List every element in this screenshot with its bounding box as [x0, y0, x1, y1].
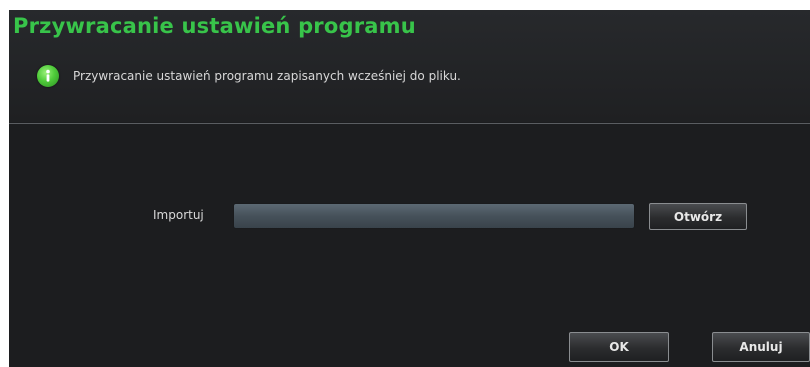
open-file-button[interactable]: Otwórz: [649, 203, 747, 230]
restore-settings-dialog: Przywracanie ustawień programu Przywraca…: [9, 10, 810, 367]
info-row: Przywracanie ustawień programu zapisanyc…: [37, 63, 461, 89]
import-file-path-input[interactable]: [233, 203, 635, 229]
header-divider: [9, 123, 810, 124]
info-icon: [37, 65, 59, 87]
dialog-title: Przywracanie ustawień programu: [13, 14, 416, 38]
cancel-button[interactable]: Anuluj: [712, 332, 810, 362]
import-label: Importuj: [153, 208, 204, 222]
dialog-header: Przywracanie ustawień programu Przywraca…: [9, 10, 810, 122]
ok-button[interactable]: OK: [569, 332, 669, 362]
dialog-description: Przywracanie ustawień programu zapisanyc…: [73, 69, 461, 83]
